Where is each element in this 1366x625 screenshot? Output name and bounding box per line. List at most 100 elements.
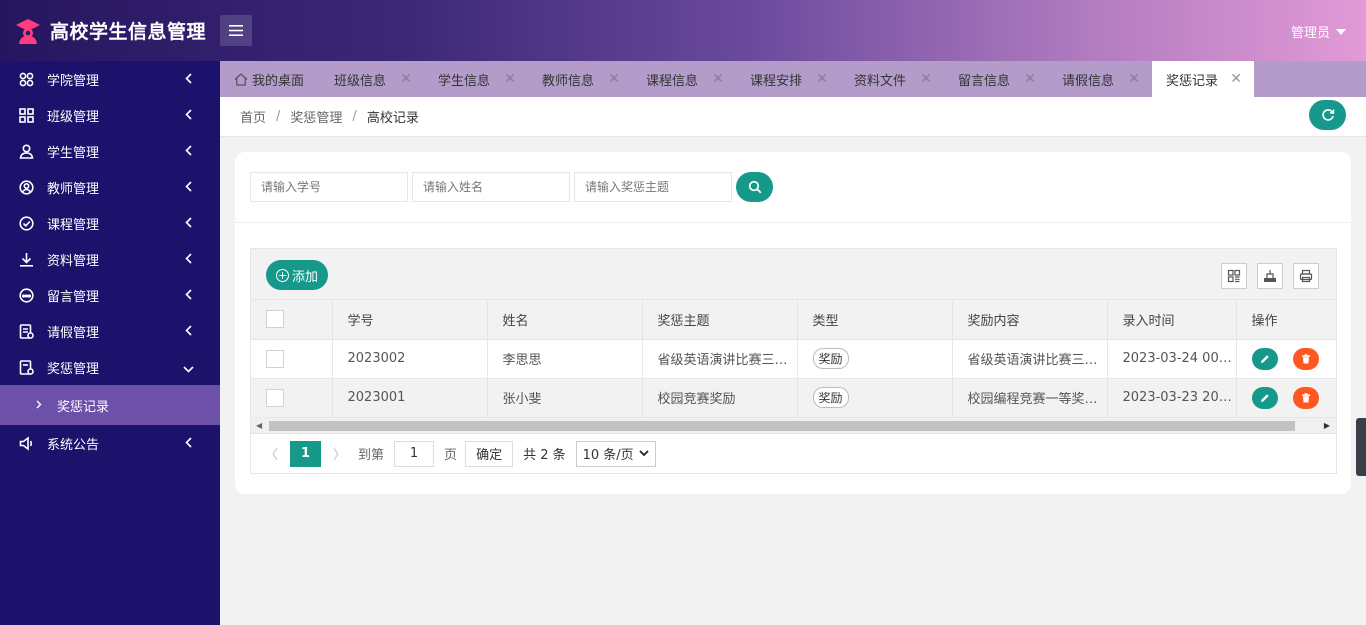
close-icon[interactable]: ✕ <box>400 72 412 86</box>
breadcrumb-reward[interactable]: 奖惩管理 <box>290 107 342 126</box>
column-header[interactable]: 奖惩主题 <box>642 300 798 340</box>
sidebar-item-label: 请假管理 <box>47 325 100 341</box>
row-checkbox[interactable] <box>266 388 284 407</box>
tab-course-info[interactable]: 课程信息 ✕ <box>632 61 736 97</box>
next-page-icon[interactable]: 〉 <box>333 444 346 463</box>
page-size-select[interactable]: 10 条/页 <box>575 440 656 467</box>
tab-label: 课程安排 <box>750 73 803 89</box>
chevron-right-icon <box>36 398 42 413</box>
user-menu[interactable]: 管理员 <box>1291 22 1346 41</box>
tab-student-info[interactable]: 学生信息 ✕ <box>424 61 528 97</box>
tab-my-desktop[interactable]: 我的桌面 <box>220 61 320 97</box>
sidebar-item-announcement[interactable]: 系统公告 <box>0 425 220 461</box>
current-page[interactable]: 1 <box>290 440 322 467</box>
total-count: 共 2 条 <box>523 448 566 463</box>
print-button[interactable] <box>1293 263 1319 289</box>
delete-button[interactable] <box>1292 347 1319 370</box>
add-button-label: 添加 <box>291 269 318 285</box>
cell-type: 奖励 <box>797 339 953 379</box>
chevron-left-icon <box>185 145 192 160</box>
edit-button[interactable] <box>1251 386 1278 409</box>
tab-course-schedule[interactable]: 课程安排 ✕ <box>736 61 840 97</box>
sidebar-subitem-reward-record[interactable]: 奖惩记录 <box>0 385 220 425</box>
tab-material-files[interactable]: 资料文件 ✕ <box>840 61 944 97</box>
cell-time: 2023-03-23 20:04:53 <box>1107 378 1237 418</box>
chevron-down-icon <box>639 450 649 457</box>
column-header[interactable]: 奖励内容 <box>952 300 1108 340</box>
column-header[interactable]: 学号 <box>332 300 488 340</box>
delete-button[interactable] <box>1292 386 1319 409</box>
page-input[interactable]: 1 <box>394 440 435 467</box>
tab-teacher-info[interactable]: 教师信息 ✕ <box>528 61 632 97</box>
chevron-left-icon <box>185 289 192 304</box>
cell-type: 奖励 <box>797 378 953 418</box>
scroll-left-icon[interactable]: ◀ <box>256 421 262 430</box>
refresh-icon <box>1321 109 1334 121</box>
edit-button[interactable] <box>1251 347 1278 370</box>
table-row: 2023001 张小斐 校园竞赛奖励 奖励 校园编程竞赛一等奖… 2023-03… <box>251 378 1337 418</box>
prev-page-icon[interactable]: 〈 <box>265 444 278 463</box>
close-icon[interactable]: ✕ <box>1230 72 1242 86</box>
tab-label: 班级信息 <box>334 73 387 89</box>
row-select-cell <box>251 339 333 379</box>
chevron-left-icon <box>185 109 192 124</box>
select-all-checkbox[interactable] <box>266 310 284 329</box>
column-header[interactable]: 姓名 <box>487 300 643 340</box>
menu-toggle-button[interactable] <box>220 15 252 46</box>
sidebar-item-college[interactable]: 学院管理 <box>0 61 220 97</box>
sidebar-item-student[interactable]: 学生管理 <box>0 133 220 169</box>
tab-message-info[interactable]: 留言信息 ✕ <box>944 61 1048 97</box>
course-icon <box>18 215 34 231</box>
horizontal-scrollbar[interactable]: ◀ ▶ <box>251 417 1336 434</box>
sidebar-item-material[interactable]: 资料管理 <box>0 241 220 277</box>
breadcrumb-home[interactable]: 首页 <box>240 107 266 126</box>
search-button[interactable] <box>736 172 773 202</box>
goto-confirm-button[interactable]: 确定 <box>465 440 514 467</box>
topic-input[interactable] <box>574 172 732 202</box>
tab-reward-record[interactable]: 奖惩记录 ✕ <box>1152 61 1254 97</box>
close-icon[interactable]: ✕ <box>1024 72 1036 86</box>
pagination: 〈 1 〉 到第 1 页 确定 共 2 条 10 条/页 <box>251 434 1336 474</box>
side-handle[interactable] <box>1356 418 1366 476</box>
columns-filter-button[interactable] <box>1221 263 1247 289</box>
top-header: 高校学生信息管理 管理员 <box>0 0 1366 61</box>
row-checkbox[interactable] <box>266 349 284 368</box>
close-icon[interactable]: ✕ <box>504 72 516 86</box>
sidebar-item-class[interactable]: 班级管理 <box>0 97 220 133</box>
refresh-button[interactable] <box>1309 100 1346 130</box>
column-header[interactable]: 录入时间 <box>1107 300 1237 340</box>
close-icon[interactable]: ✕ <box>1128 72 1140 86</box>
cell-name: 张小斐 <box>487 378 643 418</box>
close-icon[interactable]: ✕ <box>920 72 932 86</box>
scrollbar-thumb[interactable] <box>269 420 1295 431</box>
name-input[interactable] <box>412 172 570 202</box>
tab-class-info[interactable]: 班级信息 ✕ <box>320 61 424 97</box>
reward-icon <box>18 359 34 375</box>
sidebar-item-course[interactable]: 课程管理 <box>0 205 220 241</box>
close-icon[interactable]: ✕ <box>712 72 724 86</box>
sidebar-item-label: 奖惩管理 <box>47 361 100 377</box>
tab-leave-info[interactable]: 请假信息 ✕ <box>1048 61 1152 97</box>
download-icon <box>18 251 34 267</box>
close-icon[interactable]: ✕ <box>816 72 828 86</box>
table-row: 2023002 李思思 省级英语演讲比赛三… 奖励 省级英语演讲比赛三… 202… <box>251 339 1337 379</box>
sidebar-item-label: 学生管理 <box>47 145 100 161</box>
sidebar-item-reward[interactable]: 奖惩管理 <box>0 349 220 385</box>
pencil-icon <box>1260 354 1269 363</box>
chevron-left-icon <box>185 217 192 232</box>
announce-icon <box>18 435 34 451</box>
student-no-input[interactable] <box>250 172 408 202</box>
scroll-right-icon[interactable]: ▶ <box>1324 421 1330 430</box>
column-header[interactable]: 类型 <box>797 300 953 340</box>
export-button[interactable] <box>1257 263 1283 289</box>
column-header: 操作 <box>1235 300 1337 340</box>
breadcrumb: 首页 / 奖惩管理 / 高校记录 <box>220 97 1366 137</box>
student-icon <box>18 143 34 159</box>
add-button[interactable]: + 添加 <box>266 260 328 290</box>
search-form <box>250 172 773 202</box>
sidebar-item-leave[interactable]: 请假管理 <box>0 313 220 349</box>
sidebar-item-message[interactable]: 留言管理 <box>0 277 220 313</box>
sidebar-item-label: 留言管理 <box>47 289 100 305</box>
close-icon[interactable]: ✕ <box>608 72 620 86</box>
sidebar-item-teacher[interactable]: 教师管理 <box>0 169 220 205</box>
